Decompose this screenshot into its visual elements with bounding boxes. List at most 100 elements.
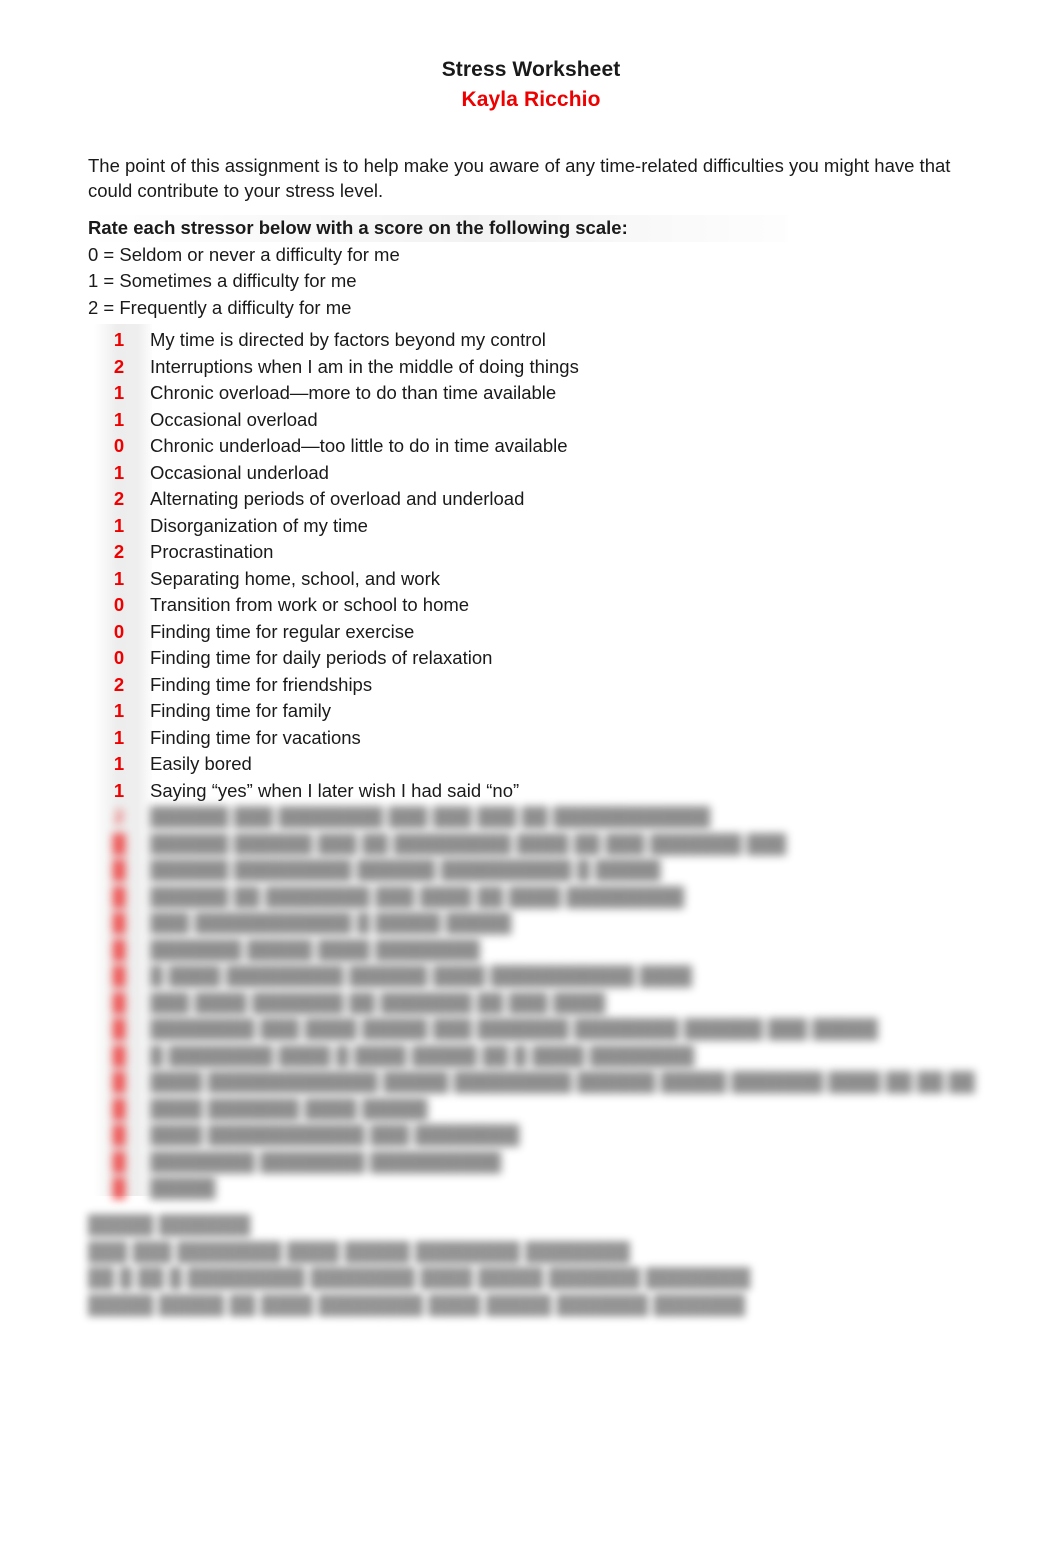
stressor-label: Saying “yes” when I later wish I had sai… bbox=[150, 779, 520, 801]
stressor-label: Interruptions when I am in the middle of… bbox=[150, 355, 579, 377]
stressor-label: Transition from work or school to home bbox=[150, 594, 470, 615]
stressor-row[interactable]: █ ██████ ██ ████████ ███ ████ ██ ████ ███… bbox=[88, 885, 968, 912]
scoring-legend-heading: █████ ███████ bbox=[88, 1214, 251, 1235]
stressor-row[interactable]: 1 Saying “yes” when I later wish I had sa… bbox=[88, 779, 968, 806]
stressor-row[interactable]: █ ███████ █████ ████ ████████ bbox=[88, 938, 968, 965]
stressor-row[interactable]: █ ████ ███████ ████ █████ bbox=[88, 1097, 968, 1124]
stressor-row[interactable]: █ ███ ████ ███████ ██ ███████ ██ ███ ████ bbox=[88, 991, 968, 1018]
stressor-label: Occasional underload bbox=[150, 461, 329, 483]
stressor-score[interactable]: 1 bbox=[88, 461, 150, 484]
stressor-row[interactable]: 0 Transition from work or school to home bbox=[88, 593, 968, 620]
stressor-label: ███████ █████ ████ ████████ bbox=[150, 938, 480, 960]
scoring-legend-line-1: ██ █ ██ █ █████████ ████████ ████ █████ … bbox=[88, 1267, 751, 1288]
stressor-row[interactable]: 0 Finding time for daily periods of relax… bbox=[88, 646, 968, 673]
stressor-score[interactable]: █ bbox=[88, 858, 150, 881]
stressor-score[interactable]: 2 bbox=[88, 805, 150, 828]
stressor-score[interactable]: 2 bbox=[88, 673, 150, 696]
stressor-score[interactable]: █ bbox=[88, 911, 150, 934]
stressor-score[interactable]: █ bbox=[88, 938, 150, 961]
author-name: Kayla Ricchio bbox=[461, 88, 601, 111]
stressor-label: ████ ████████████ ███ ████████ bbox=[150, 1124, 520, 1145]
stressor-score[interactable]: 2 bbox=[88, 487, 150, 510]
stressor-score[interactable]: █ bbox=[88, 964, 150, 987]
stressor-label: Separating home, school, and work bbox=[150, 567, 441, 589]
stressor-score[interactable]: 1 bbox=[88, 699, 150, 722]
stressor-score[interactable]: 1 bbox=[88, 381, 150, 404]
stressor-row[interactable]: 2 Finding time for friendships bbox=[88, 673, 968, 700]
stressor-row[interactable]: 1 Finding time for family bbox=[88, 699, 968, 726]
stressor-label: ███ ████ ███████ ██ ███████ ██ ███ ████ bbox=[150, 991, 606, 1013]
stressor-score[interactable]: 1 bbox=[88, 514, 150, 537]
stressor-row[interactable]: 1 Disorganization of my time bbox=[88, 514, 968, 541]
scale-option-2: 2 = Frequently a difficulty for me bbox=[88, 296, 352, 318]
stressor-score[interactable]: 0 bbox=[88, 593, 150, 616]
stressor-score[interactable]: 1 bbox=[88, 567, 150, 590]
stressor-label: ██████ █████████ ██████ ██████████ █ ███… bbox=[150, 859, 661, 880]
stressor-row[interactable]: 1 Finding time for vacations bbox=[88, 726, 968, 753]
stressor-score[interactable]: 1 bbox=[88, 328, 150, 351]
stressor-row[interactable]: █ █████ bbox=[88, 1176, 968, 1203]
stressor-score[interactable]: █ bbox=[88, 1097, 150, 1120]
stressor-label: Finding time for family bbox=[150, 700, 331, 721]
intro-paragraph: The point of this assignment is to help … bbox=[88, 155, 951, 201]
stressor-row[interactable]: █ ███ ████████████ █ █████ █████ bbox=[88, 911, 968, 938]
scale-option-0: 0 = Seldom or never a difficulty for me bbox=[88, 243, 400, 265]
stressor-row[interactable]: 1 Occasional underload bbox=[88, 461, 968, 488]
scoring-legend: █████ ███████ ███ ███ ████████ ████ ████… bbox=[88, 1212, 751, 1318]
stressor-label: ██████ ██████ ███ ██ █████████ ████ ██ █… bbox=[150, 832, 787, 854]
stressor-row[interactable]: 1 Separating home, school, and work bbox=[88, 567, 968, 594]
scoring-legend-line-2: █████ █████ ██ ████ ████████ ████ █████ … bbox=[88, 1293, 746, 1315]
stressor-score[interactable]: █ bbox=[88, 1150, 150, 1173]
stressor-row[interactable]: █ █ ████████ ████ █ ████ █████ ██ █ ████ … bbox=[88, 1044, 968, 1071]
stressor-label: Finding time for friendships bbox=[150, 673, 373, 695]
stressor-label: █████ bbox=[150, 1177, 216, 1198]
stressor-row[interactable]: █ ████████ ███ ████ █████ ███ ███████ ███… bbox=[88, 1017, 968, 1044]
stressor-score[interactable]: 1 bbox=[88, 726, 150, 749]
stressor-row[interactable]: 2 ██████ ███ ████████ ███ ███ ███ ██ ████… bbox=[88, 805, 968, 832]
stressor-score[interactable]: █ bbox=[88, 885, 150, 908]
stressor-score[interactable]: 0 bbox=[88, 620, 150, 643]
stressor-score[interactable]: 1 bbox=[88, 779, 150, 802]
stressor-label: ███ ████████████ █ █████ █████ bbox=[150, 912, 512, 933]
stressor-row[interactable]: █ ██████ ██████ ███ ██ █████████ ████ ██ … bbox=[88, 832, 968, 859]
stressor-row[interactable]: █ ████ ████████████ ███ ████████ bbox=[88, 1123, 968, 1150]
stressor-label: Finding time for daily periods of relaxa… bbox=[150, 647, 493, 668]
stressor-label: ██████ ███ ████████ ███ ███ ███ ██ █████… bbox=[150, 806, 711, 827]
stressor-score[interactable]: █ bbox=[88, 1070, 150, 1093]
stressor-score[interactable]: 2 bbox=[88, 355, 150, 378]
stressor-row[interactable]: 1 Chronic overload—more to do than time a… bbox=[88, 381, 968, 408]
stressor-row[interactable]: █ ████ █████████████ █████ █████████ ████… bbox=[88, 1070, 974, 1097]
stressor-row[interactable]: █ ████████ ████████ ██████████ bbox=[88, 1150, 968, 1177]
stressor-row[interactable]: 2 Procrastination bbox=[88, 540, 968, 567]
stressor-row[interactable]: 1 My time is directed by factors beyond m… bbox=[88, 328, 968, 355]
stressor-row[interactable]: 1 Easily bored bbox=[88, 752, 968, 779]
stressor-row[interactable]: 2 Alternating periods of overload and und… bbox=[88, 487, 968, 514]
stressor-score[interactable]: 0 bbox=[88, 434, 150, 457]
stressor-score[interactable]: 0 bbox=[88, 646, 150, 669]
stressor-label: ████ █████████████ █████ █████████ █████… bbox=[150, 1071, 975, 1092]
stressor-label: █ ████████ ████ █ ████ █████ ██ █ ████ █… bbox=[150, 1044, 695, 1066]
stressor-row[interactable]: 2 Interruptions when I am in the middle o… bbox=[88, 355, 968, 382]
stressor-row[interactable]: █ █ ████ █████████ ██████ ████ ██████████… bbox=[88, 964, 968, 991]
stressor-row[interactable]: 1 Occasional overload bbox=[88, 408, 968, 435]
stressor-score[interactable]: █ bbox=[88, 1017, 150, 1040]
scoring-legend-line-0: ███ ███ ████████ ████ █████ ████████ ███… bbox=[88, 1240, 631, 1262]
stressor-label: ██████ ██ ████████ ███ ████ ██ ████ ████… bbox=[150, 885, 685, 907]
document-page: Stress Worksheet Kayla Ricchio The point… bbox=[0, 0, 1062, 1556]
stressor-row[interactable]: █ ██████ █████████ ██████ ██████████ █ ██… bbox=[88, 858, 968, 885]
stressor-row[interactable]: 0 Finding time for regular exercise bbox=[88, 620, 968, 647]
stressor-score[interactable]: █ bbox=[88, 832, 150, 855]
stressor-row[interactable]: 0 Chronic underload—too little to do in t… bbox=[88, 434, 968, 461]
stressor-label: █ ████ █████████ ██████ ████ ███████████… bbox=[150, 965, 693, 986]
stressor-score[interactable]: █ bbox=[88, 1123, 150, 1146]
scale-option-1: 1 = Sometimes a difficulty for me bbox=[88, 270, 357, 291]
stressor-score[interactable]: 2 bbox=[88, 540, 150, 563]
rating-scale-heading: Rate each stressor below with a score on… bbox=[88, 215, 788, 242]
stressor-score[interactable]: █ bbox=[88, 1044, 150, 1067]
stressor-label: Finding time for regular exercise bbox=[150, 620, 415, 642]
stressor-score[interactable]: █ bbox=[88, 1176, 150, 1199]
stressor-score[interactable]: 1 bbox=[88, 752, 150, 775]
stressor-score[interactable]: █ bbox=[88, 991, 150, 1014]
stressor-label: Chronic overload—more to do than time av… bbox=[150, 382, 557, 403]
stressor-score[interactable]: 1 bbox=[88, 408, 150, 431]
